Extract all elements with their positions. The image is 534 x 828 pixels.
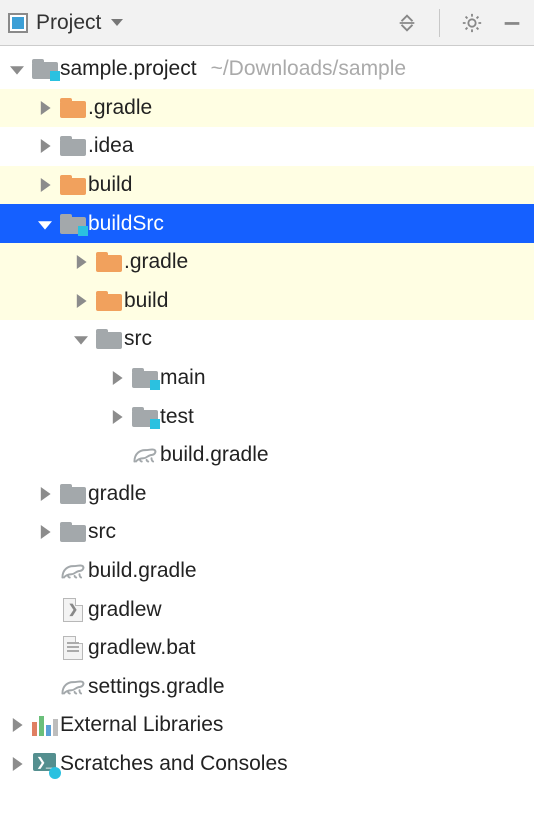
library-icon xyxy=(30,714,60,736)
folder-excluded-icon xyxy=(58,98,88,118)
node-label: buildSrc xyxy=(88,212,164,236)
folder-excluded-icon xyxy=(58,175,88,195)
folder-icon xyxy=(58,522,88,542)
node-label: gradlew xyxy=(88,598,162,622)
gradle-icon xyxy=(58,676,88,698)
tree-node[interactable]: settings.gradle xyxy=(0,668,534,707)
node-label: .idea xyxy=(88,134,134,158)
tree-node[interactable]: src xyxy=(0,320,534,359)
scratch-icon xyxy=(30,753,60,775)
node-label: build xyxy=(88,173,132,197)
expander-open-icon[interactable] xyxy=(68,332,94,346)
expander-closed-icon[interactable] xyxy=(32,178,58,192)
expander-closed-icon[interactable] xyxy=(4,718,30,732)
node-label: sample.project xyxy=(60,57,197,81)
gradle-icon xyxy=(130,444,160,466)
folder-icon xyxy=(58,136,88,156)
minimize-icon[interactable] xyxy=(498,9,526,37)
node-label: build xyxy=(124,289,168,313)
node-label: main xyxy=(160,366,206,390)
module-icon xyxy=(30,59,60,79)
expander-open-icon[interactable] xyxy=(32,217,58,231)
expander-closed-icon[interactable] xyxy=(32,139,58,153)
expander-closed-icon[interactable] xyxy=(4,757,30,771)
node-label: gradle xyxy=(88,482,146,506)
node-label: build.gradle xyxy=(88,559,197,583)
node-label: src xyxy=(124,327,152,351)
expander-open-icon[interactable] xyxy=(4,62,30,76)
tree-node[interactable]: gradle xyxy=(0,475,534,514)
tree-node-scratches[interactable]: Scratches and Consoles xyxy=(0,745,534,784)
tool-window-header: Project xyxy=(0,0,534,46)
expander-closed-icon[interactable] xyxy=(68,255,94,269)
divider xyxy=(439,9,440,37)
node-label: settings.gradle xyxy=(88,675,225,699)
tree-node-selected[interactable]: buildSrc xyxy=(0,204,534,243)
node-label: src xyxy=(88,520,116,544)
tree-node[interactable]: .gradle xyxy=(0,89,534,128)
view-selector[interactable]: Project xyxy=(8,11,393,35)
module-icon xyxy=(130,407,160,427)
folder-excluded-icon xyxy=(94,252,124,272)
view-label: Project xyxy=(36,11,101,35)
tree-node[interactable]: main xyxy=(0,359,534,398)
project-view-icon xyxy=(8,13,28,33)
tree-node[interactable]: test xyxy=(0,397,534,436)
tree-node[interactable]: build xyxy=(0,166,534,205)
tree-node[interactable]: build.gradle xyxy=(0,552,534,591)
tree-node-external-libs[interactable]: External Libraries xyxy=(0,706,534,745)
folder-icon xyxy=(94,329,124,349)
node-label: build.gradle xyxy=(160,443,269,467)
gradle-icon xyxy=(58,560,88,582)
node-label: test xyxy=(160,405,194,429)
node-hint: ~/Downloads/sample xyxy=(211,57,407,81)
chevron-down-icon xyxy=(109,11,125,34)
node-label: .gradle xyxy=(88,96,152,120)
module-icon xyxy=(58,214,88,234)
tree-node[interactable]: gradlew xyxy=(0,590,534,629)
expander-closed-icon[interactable] xyxy=(104,371,130,385)
node-label: gradlew.bat xyxy=(88,636,195,660)
module-icon xyxy=(130,368,160,388)
project-tree: sample.project ~/Downloads/sample .gradl… xyxy=(0,46,534,783)
tree-node[interactable]: .idea xyxy=(0,127,534,166)
gear-icon[interactable] xyxy=(458,9,486,37)
tree-node[interactable]: src xyxy=(0,513,534,552)
tree-node[interactable]: build xyxy=(0,282,534,321)
shell-file-icon xyxy=(58,598,88,622)
text-file-icon xyxy=(58,636,88,660)
tree-node[interactable]: build.gradle xyxy=(0,436,534,475)
tree-node-root[interactable]: sample.project ~/Downloads/sample xyxy=(0,50,534,89)
node-label: External Libraries xyxy=(60,713,223,737)
expander-closed-icon[interactable] xyxy=(32,487,58,501)
folder-excluded-icon xyxy=(94,291,124,311)
expander-closed-icon[interactable] xyxy=(32,101,58,115)
node-label: .gradle xyxy=(124,250,188,274)
collapse-icon[interactable] xyxy=(393,9,421,37)
expander-closed-icon[interactable] xyxy=(32,525,58,539)
node-label: Scratches and Consoles xyxy=(60,752,288,776)
expander-closed-icon[interactable] xyxy=(68,294,94,308)
tree-node[interactable]: gradlew.bat xyxy=(0,629,534,668)
tree-node[interactable]: .gradle xyxy=(0,243,534,282)
folder-icon xyxy=(58,484,88,504)
expander-closed-icon[interactable] xyxy=(104,410,130,424)
